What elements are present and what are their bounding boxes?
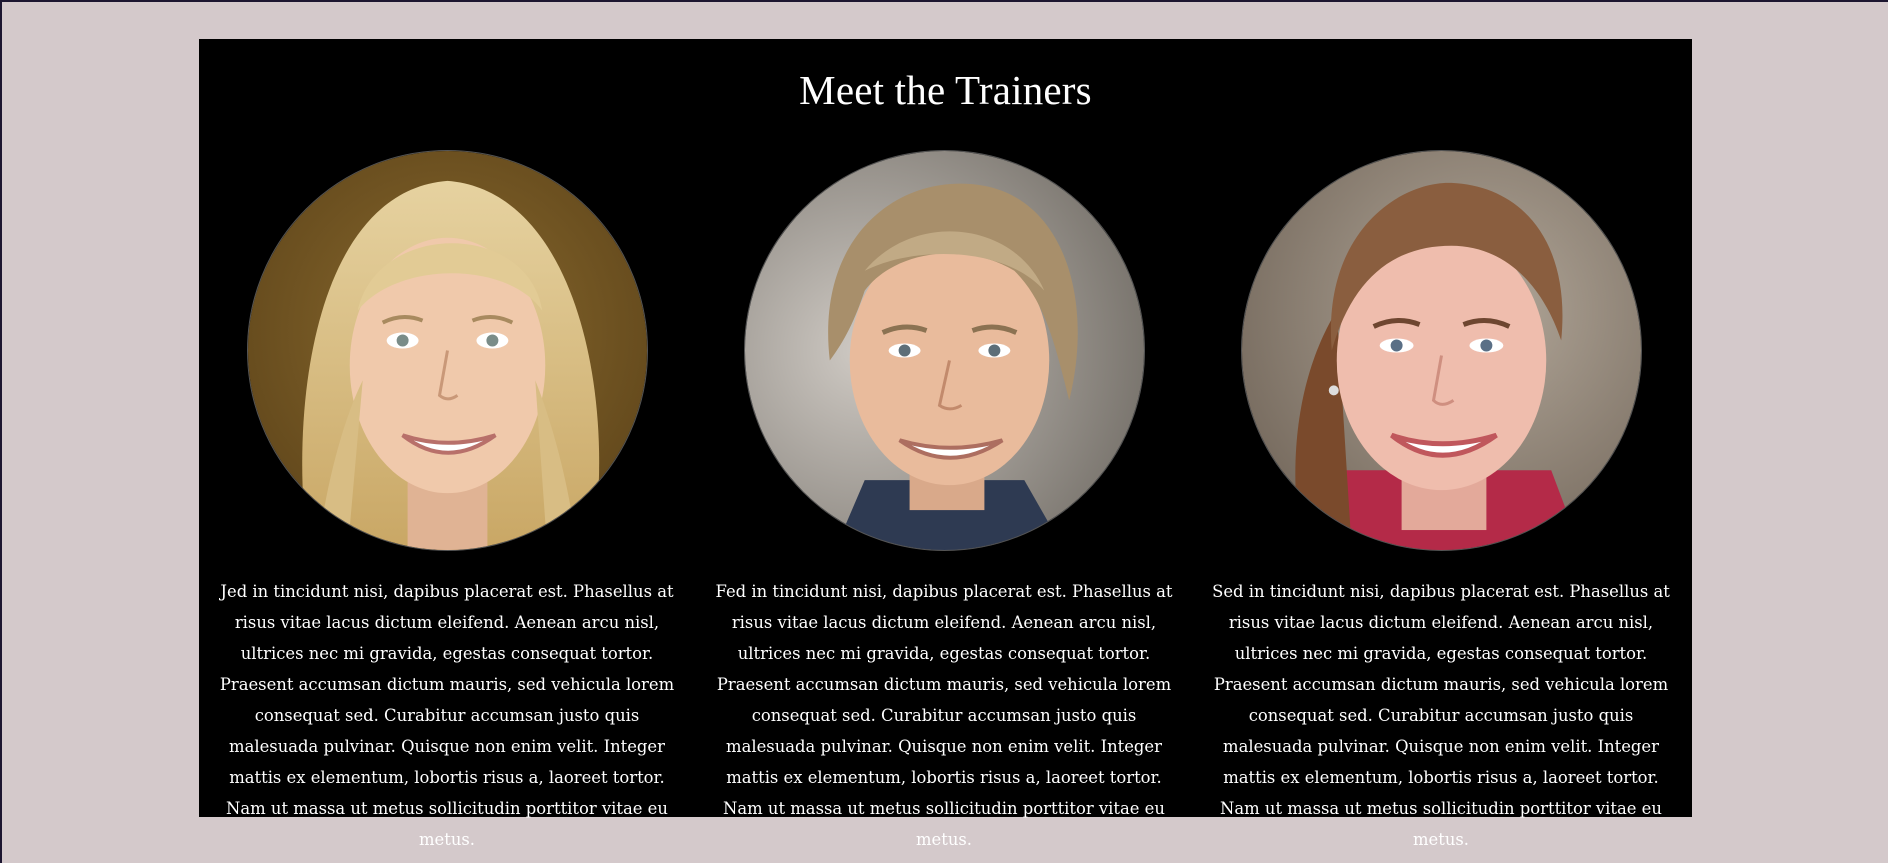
trainer-bio: Fed in tincidunt nisi, dapibus placerat … bbox=[715, 582, 1173, 849]
person-photo-blonde-woman-icon bbox=[248, 151, 647, 550]
trainer-photo bbox=[1241, 150, 1642, 551]
person-photo-brunette-woman-icon bbox=[1242, 151, 1641, 550]
trainers-section: Meet the Trainers Jed in tincidunt nisi,… bbox=[199, 39, 1692, 849]
section-title: Meet the Trainers bbox=[799, 67, 1092, 113]
trainer-photo bbox=[247, 150, 648, 551]
trainer-photo bbox=[744, 150, 1145, 551]
trainer-bio: Jed in tincidunt nisi, dapibus placerat … bbox=[219, 582, 675, 849]
person-photo-man-icon bbox=[745, 151, 1144, 550]
trainer-bio: Sed in tincidunt nisi, dapibus placerat … bbox=[1212, 582, 1670, 849]
